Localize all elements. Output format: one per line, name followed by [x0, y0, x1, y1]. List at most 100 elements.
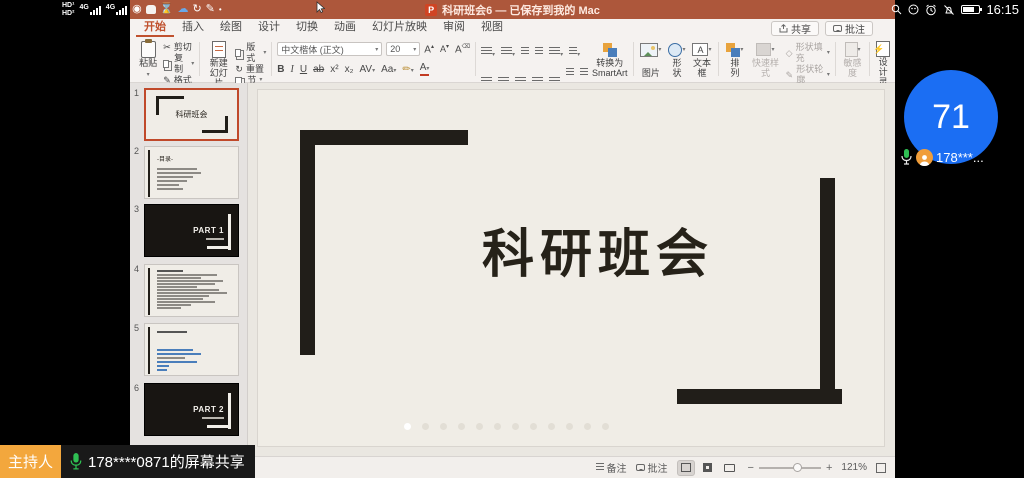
- slide-number: 5: [134, 323, 139, 333]
- signal-bars-icon: 4G: [79, 4, 100, 15]
- shapes-button[interactable]: ▾ 形状: [666, 39, 687, 79]
- layout-button[interactable]: 版式▾: [235, 42, 266, 64]
- bell-muted-icon: [943, 4, 955, 16]
- slide-thumbnail-4[interactable]: [144, 264, 239, 317]
- textbox-button[interactable]: A▾ 文本框: [690, 39, 713, 79]
- current-slide-canvas[interactable]: 科研班会: [258, 90, 884, 446]
- slide-sorter-view-button[interactable]: [699, 460, 717, 476]
- arrange-button[interactable]: ▾ 排列: [724, 39, 745, 79]
- zoom-level: 121%: [841, 462, 867, 473]
- paste-icon: [141, 41, 156, 58]
- copy-button[interactable]: 复制▾: [163, 53, 194, 75]
- scissors-icon: ✂: [163, 42, 171, 53]
- notes-toggle[interactable]: 备注: [596, 460, 627, 475]
- tab-animations[interactable]: 动画: [326, 16, 364, 37]
- picture-button[interactable]: ▾ 图片: [638, 39, 663, 79]
- reset-icon: ↻: [235, 64, 243, 75]
- app-notification-icon: [146, 5, 156, 14]
- slide-thumbnail-6[interactable]: PART 2: [144, 383, 239, 436]
- normal-view-button[interactable]: [677, 460, 695, 476]
- numbering-button[interactable]: ▾: [501, 43, 515, 61]
- outline-icon: ✎: [786, 70, 794, 81]
- reset-button[interactable]: ↻重置: [235, 64, 266, 75]
- slide-number: 1: [134, 88, 139, 98]
- zoom-out-button[interactable]: −: [748, 462, 754, 474]
- zoom-slider[interactable]: [759, 467, 821, 469]
- decrease-indent-button[interactable]: [521, 43, 529, 61]
- slideshow-view-button[interactable]: [721, 460, 739, 476]
- comments-button[interactable]: 批注: [825, 21, 873, 36]
- slide-thumbnail-5[interactable]: [144, 323, 239, 376]
- tab-home[interactable]: 开始: [136, 16, 174, 37]
- slide-thumbnail-3[interactable]: PART 1: [144, 204, 239, 257]
- increase-indent-button[interactable]: [535, 43, 543, 61]
- zoom-in-button[interactable]: +: [826, 462, 832, 474]
- fill-icon: ◇: [786, 48, 793, 59]
- search-icon: [891, 4, 902, 15]
- underline-button[interactable]: U: [300, 64, 307, 75]
- highlight-button[interactable]: ✏▾: [402, 64, 413, 75]
- character-spacing-button[interactable]: AV▾: [359, 64, 375, 75]
- zoom-slider-thumb[interactable]: [793, 463, 802, 472]
- bottom-right-bracket-shape: [677, 389, 842, 404]
- slide-title-textbox[interactable]: 科研班会: [318, 228, 878, 284]
- paragraph-group: ▾ ▾ ▾ ▾ ▾ ▾: [479, 39, 590, 79]
- notes-icon: [596, 463, 604, 472]
- slide-thumbnail-1[interactable]: 科研班会: [144, 88, 239, 141]
- shape-fill-button[interactable]: ◇形状填充▾: [786, 42, 830, 64]
- screen-share-banner[interactable]: 178****0871的屏幕共享: [61, 445, 255, 478]
- paste-button[interactable]: 粘贴 ▾: [136, 39, 160, 79]
- font-size-select[interactable]: 20▾: [386, 42, 420, 56]
- bottom-right-bracket-shape: [820, 178, 835, 404]
- normal-view-icon: [681, 463, 691, 472]
- design-ideas-button[interactable]: 设计灵感: [873, 39, 893, 79]
- bold-button[interactable]: B: [277, 64, 284, 75]
- grow-font-button[interactable]: A▴: [424, 43, 434, 55]
- tab-insert[interactable]: 插入: [174, 16, 212, 37]
- bullets-button[interactable]: ▾: [481, 43, 495, 61]
- participant-row: 178***...: [900, 148, 984, 166]
- fit-slide-button[interactable]: [876, 463, 886, 473]
- slide-number: 2: [134, 146, 139, 156]
- change-case-button[interactable]: Aa▾: [381, 64, 396, 75]
- tab-slideshow[interactable]: 幻灯片放映: [364, 16, 435, 37]
- tab-review[interactable]: 审阅: [435, 16, 473, 37]
- slide-number: 6: [134, 383, 139, 393]
- slide-number: 4: [134, 264, 139, 274]
- comment-icon: [636, 464, 645, 471]
- share-button[interactable]: 共享: [771, 21, 819, 36]
- subscript-button[interactable]: x₂: [345, 64, 354, 75]
- superscript-button[interactable]: x²: [330, 64, 338, 75]
- font-name-select[interactable]: 中文楷体 (正文)▾: [277, 42, 382, 56]
- phone-status-right: 16:15: [891, 0, 1019, 19]
- clear-formatting-button[interactable]: A⌫: [455, 43, 470, 55]
- convert-smartart-button[interactable]: 转换为SmartArt: [590, 39, 630, 79]
- emoji-icon: [908, 4, 919, 15]
- ribbon-tab-row: 开始 插入 绘图 设计 切换 动画 幻灯片放映 审阅 视图 共享 批注: [130, 19, 895, 37]
- smartart-icon: [603, 43, 617, 57]
- shrink-font-button[interactable]: A▾: [440, 43, 449, 54]
- tab-transitions[interactable]: 切换: [288, 16, 326, 37]
- screen-record-icon: ◉: [132, 4, 142, 15]
- italic-button[interactable]: I: [291, 64, 294, 75]
- font-color-button[interactable]: A▾: [420, 63, 430, 76]
- quick-styles-button[interactable]: ▾ 快速样式: [748, 39, 782, 79]
- cut-button[interactable]: ✂剪切: [163, 42, 194, 53]
- line-spacing-button[interactable]: ▾: [549, 43, 563, 61]
- copy-icon: [163, 60, 169, 68]
- participant-avatar-icon: [916, 149, 933, 166]
- tab-draw[interactable]: 绘图: [212, 16, 250, 37]
- strikethrough-button[interactable]: ab: [313, 64, 324, 75]
- tab-design[interactable]: 设计: [250, 16, 288, 37]
- ribbon: 粘贴 ▾ ✂剪切 复制▾ ✎格式 新建幻灯片 版式▾ ↻重置 节▾: [130, 37, 895, 83]
- new-slide-button[interactable]: 新建幻灯片: [205, 39, 232, 79]
- sensitivity-button[interactable]: ▾ 敏感度: [839, 39, 867, 79]
- view-switcher: [677, 460, 739, 476]
- text-direction-button[interactable]: ▾: [569, 43, 580, 61]
- phone-screen: P 科研班会6 — 已保存到我的 Mac 开始 插入 绘图 设计 切换 动画 幻…: [0, 0, 1024, 478]
- tab-view[interactable]: 视图: [473, 16, 511, 37]
- sync-icon: ↻: [192, 4, 201, 15]
- comments-toggle[interactable]: 批注: [636, 460, 668, 475]
- arrange-icon: [726, 43, 740, 57]
- slide-thumbnail-2[interactable]: -目录-: [144, 146, 239, 199]
